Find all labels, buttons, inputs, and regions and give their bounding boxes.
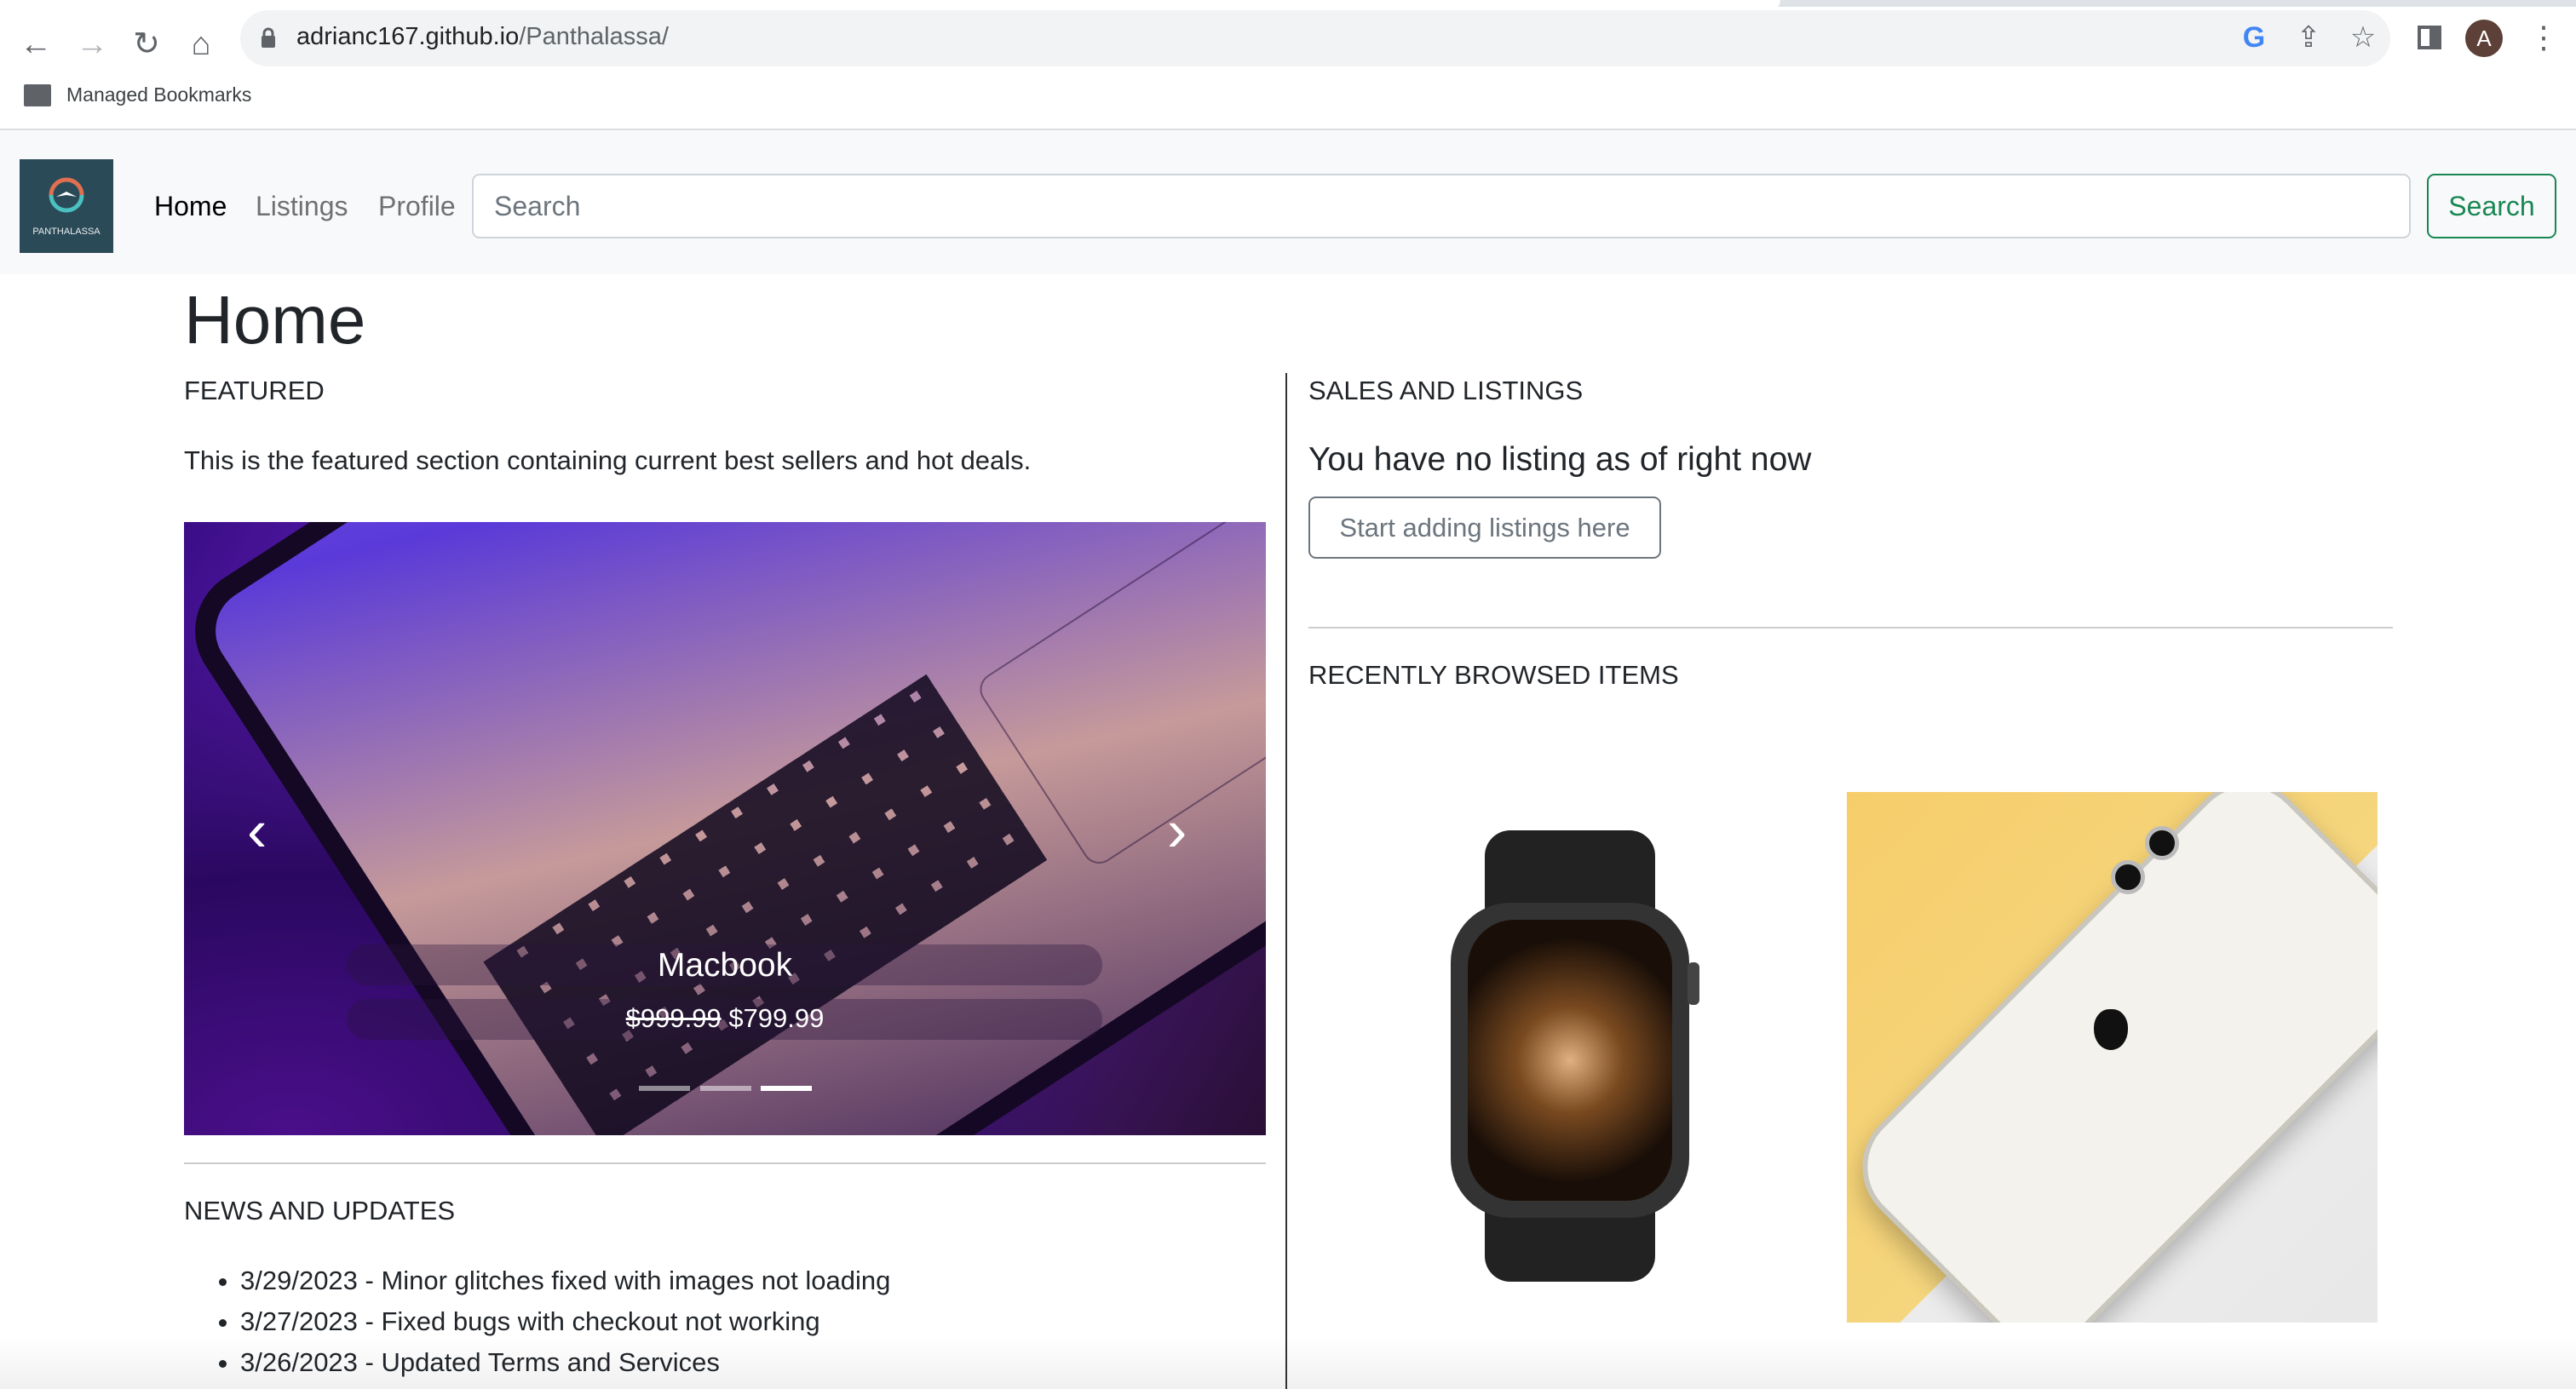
recent-heading: RECENTLY BROWSED ITEMS [1308, 660, 1679, 690]
watch-face [1468, 920, 1672, 1201]
carousel-indicator-1[interactable] [639, 1086, 690, 1091]
recent-item-iphone[interactable] [1847, 792, 2378, 1323]
lock-icon [262, 27, 275, 48]
news-item: 3/29/2023 - Minor glitches fixed with im… [240, 1260, 890, 1301]
search-input[interactable]: Search [472, 174, 2411, 238]
compass-logo-icon [49, 177, 84, 213]
new-price: $799.99 [728, 1003, 825, 1033]
carousel-next-icon[interactable]: › [1167, 792, 1187, 869]
carousel-caption-price: $999.99 $799.99 [184, 1003, 1266, 1034]
old-price: $999.99 [625, 1003, 722, 1033]
carousel-prev-icon[interactable]: ‹ [247, 792, 267, 869]
apple-logo-icon [2094, 1009, 2128, 1050]
news-item: 3/27/2023 - Fixed bugs with checkout not… [240, 1301, 890, 1342]
column-divider [1285, 373, 1287, 1389]
url-text: adrianc167.github.io/Panthalassa/ [296, 23, 669, 50]
folder-icon [24, 83, 51, 106]
side-panel-icon[interactable] [2418, 26, 2441, 49]
page-title: Home [184, 282, 366, 358]
divider [184, 1162, 1266, 1164]
carousel-caption-title: Macbook [657, 947, 793, 984]
no-listings-message: You have no listing as of right now [1308, 441, 1812, 478]
carousel-indicator-3[interactable] [761, 1086, 812, 1091]
nav-profile[interactable]: Profile [378, 191, 456, 222]
share-icon[interactable]: ⇪ [2291, 20, 2326, 55]
news-item: 3/26/2023 - Updated Terms and Services [240, 1342, 890, 1383]
recent-item-apple-watch[interactable] [1314, 792, 1843, 1323]
featured-carousel[interactable] [184, 522, 1266, 1135]
macbook-image [198, 522, 1266, 1135]
address-bar[interactable]: adrianc167.github.io/Panthalassa/ G ⇪ ☆ [240, 10, 2390, 66]
carousel-indicator-2[interactable] [700, 1086, 751, 1091]
google-icon[interactable]: G [2237, 20, 2271, 55]
menu-icon[interactable]: ⋮ [2528, 17, 2559, 58]
search-button[interactable]: Search [2427, 174, 2556, 238]
sales-heading: SALES AND LISTINGS [1308, 376, 1584, 405]
reload-icon[interactable]: ↻ [128, 26, 165, 63]
brand-logo[interactable]: PANTHALASSA [20, 159, 113, 253]
featured-heading: FEATURED [184, 376, 325, 405]
logo-text: PANTHALASSA [32, 227, 101, 237]
nav-home[interactable]: Home [154, 191, 227, 222]
nav-listings[interactable]: Listings [256, 191, 348, 222]
news-list: 3/29/2023 - Minor glitches fixed with im… [210, 1260, 890, 1383]
star-icon[interactable]: ☆ [2346, 20, 2380, 55]
news-heading: NEWS AND UPDATES [184, 1196, 456, 1225]
start-adding-listings-button[interactable]: Start adding listings here [1308, 496, 1661, 559]
home-icon[interactable]: ⌂ [182, 26, 220, 63]
back-icon[interactable]: ← [17, 26, 55, 63]
divider [1308, 627, 2393, 628]
bookmark-folder-managed[interactable]: Managed Bookmarks [66, 83, 251, 106]
divider [0, 129, 2576, 130]
bookmarks-bar: Managed Bookmarks [24, 83, 251, 106]
forward-icon[interactable]: → [73, 26, 111, 63]
featured-description: This is the featured section containing … [184, 445, 1032, 475]
profile-avatar[interactable]: A [2465, 20, 2503, 57]
